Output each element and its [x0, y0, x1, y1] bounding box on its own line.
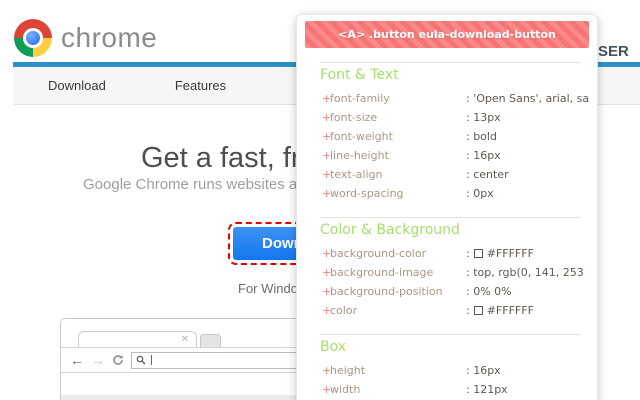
- property-name: word-spacing: [330, 187, 466, 200]
- expand-property-icon[interactable]: +: [322, 130, 330, 143]
- property-name: background-image: [330, 266, 466, 279]
- inspected-element-header: <A> .button eula-download-button: [305, 21, 589, 48]
- chrome-logo-icon: [14, 19, 52, 57]
- css-property-row: +font-weight: bold: [305, 127, 589, 146]
- css-property-row: +font-size: 13px: [305, 108, 589, 127]
- property-value: : 0% 0%: [466, 285, 512, 298]
- forward-icon: →: [91, 352, 105, 368]
- section-title: Color & Background: [320, 222, 589, 238]
- expand-property-icon[interactable]: +: [322, 266, 330, 279]
- search-icon: [136, 355, 146, 365]
- section-title: Box: [320, 339, 589, 355]
- color-swatch: [474, 306, 483, 315]
- chrome-logo: chrome: [14, 19, 157, 57]
- section-title: Font & Text: [320, 67, 589, 83]
- property-value: : 'Open Sans', arial, sans-serif: [466, 92, 589, 105]
- property-name: width: [330, 383, 466, 396]
- property-name: text-align: [330, 168, 466, 181]
- property-value: : top, rgb(0, 141, 253: [466, 266, 584, 279]
- property-value: : 13px: [466, 111, 501, 124]
- expand-property-icon[interactable]: +: [322, 304, 330, 317]
- page-subtitle: Google Chrome runs websites a: [83, 176, 297, 193]
- reload-icon: [112, 354, 124, 366]
- property-name: font-weight: [330, 130, 466, 143]
- property-value: : center: [466, 168, 509, 181]
- css-inspector-panel: <A> .button eula-download-button Font & …: [297, 15, 597, 400]
- color-swatch: [474, 249, 483, 258]
- chrome-logotype: chrome: [61, 22, 157, 54]
- inspector-body: Font & Text+font-family: 'Open Sans', ar…: [305, 62, 589, 400]
- property-value: : #FFFFFF: [466, 247, 534, 260]
- css-property-row: +color: #FFFFFF: [305, 301, 589, 320]
- section-rows: +background-color: #FFFFFF+background-im…: [305, 244, 589, 320]
- nav-item-download[interactable]: Download: [48, 78, 106, 93]
- css-property-row: +font-family: 'Open Sans', arial, sans-s…: [305, 89, 589, 108]
- section-separator: [320, 217, 581, 218]
- property-value: : bold: [466, 130, 497, 143]
- back-icon: ←: [70, 352, 84, 368]
- css-property-row: +height: 16px: [305, 361, 589, 380]
- css-property-row: +background-image: top, rgb(0, 141, 253: [305, 263, 589, 282]
- expand-property-icon[interactable]: +: [322, 168, 330, 181]
- expand-property-icon[interactable]: +: [322, 92, 330, 105]
- css-property-row: +word-spacing: 0px: [305, 184, 589, 203]
- platform-note: For Windo: [238, 281, 298, 296]
- property-name: background-color: [330, 247, 466, 260]
- screen: chrome Download Features Get a fast, fr G…: [0, 0, 640, 400]
- property-value: : 16px: [466, 149, 501, 162]
- property-value: : #FFFFFF: [466, 304, 534, 317]
- page-title: Get a fast, fr: [141, 142, 301, 175]
- mockup-tab: ✕: [78, 331, 197, 348]
- partial-header-text: SER: [598, 43, 629, 60]
- property-value: : 121px: [466, 383, 508, 396]
- expand-property-icon[interactable]: +: [322, 247, 330, 260]
- expand-property-icon[interactable]: +: [322, 111, 330, 124]
- section-separator: [320, 334, 581, 335]
- expand-property-icon[interactable]: +: [322, 364, 330, 377]
- section-separator: [320, 62, 581, 63]
- property-name: height: [330, 364, 466, 377]
- expand-property-icon[interactable]: +: [322, 383, 330, 396]
- close-icon: ✕: [181, 333, 189, 347]
- property-name: font-family: [330, 92, 466, 105]
- property-name: line-height: [330, 149, 466, 162]
- css-property-row: +background-color: #FFFFFF: [305, 244, 589, 263]
- new-tab-button: [200, 334, 221, 347]
- css-property-row: +width: 121px: [305, 380, 589, 399]
- expand-property-icon[interactable]: +: [322, 187, 330, 200]
- section-rows: +font-family: 'Open Sans', arial, sans-s…: [305, 89, 589, 203]
- text-cursor: [151, 355, 152, 365]
- expand-property-icon[interactable]: +: [322, 149, 330, 162]
- css-property-row: +background-position: 0% 0%: [305, 282, 589, 301]
- property-name: color: [330, 304, 466, 317]
- property-value: : 16px: [466, 364, 501, 377]
- property-value: : 0px: [466, 187, 494, 200]
- nav-item-features[interactable]: Features: [175, 78, 226, 93]
- property-name: font-size: [330, 111, 466, 124]
- section-rows: +height: 16px+width: 121px+border: 1px s…: [305, 361, 589, 400]
- expand-property-icon[interactable]: +: [322, 285, 330, 298]
- css-property-row: +line-height: 16px: [305, 146, 589, 165]
- css-property-row: +text-align: center: [305, 165, 589, 184]
- property-name: background-position: [330, 285, 466, 298]
